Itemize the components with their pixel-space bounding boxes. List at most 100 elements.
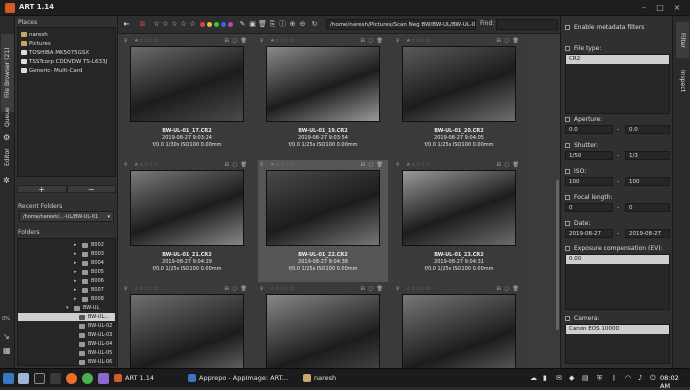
close-icon[interactable]: × [673, 4, 681, 12]
focal-from-field[interactable]: 0 [565, 203, 613, 212]
expand-icon[interactable]: ▸ [74, 260, 79, 266]
thumbnail-action-icons[interactable]: ⊟ ▢ 🗑 [361, 38, 384, 44]
firefox-icon[interactable] [66, 373, 77, 384]
camera-item[interactable]: Canon EOS 1000D [566, 325, 669, 334]
exposure-comp-checkbox[interactable] [565, 246, 570, 251]
taskbar-apprepo[interactable]: Apprepo - AppImage: ART... [199, 374, 288, 382]
expand-icon[interactable]: ▸ [74, 251, 79, 257]
thumbnail-image[interactable] [266, 294, 380, 368]
folder-item[interactable]: ▸ B002 [74, 241, 104, 249]
aperture-to-field[interactable]: 0.0 [625, 125, 670, 134]
path-input[interactable]: /home/naresh/Pictures/Scan Neg BW/BW-UL/… [326, 19, 476, 30]
folder-item[interactable]: ▸ B003 [74, 250, 104, 258]
folder-item[interactable]: ▸ B004 [74, 259, 104, 267]
thumbnail-image[interactable] [402, 294, 516, 368]
color-label-purple-icon[interactable] [228, 22, 233, 27]
rating-stars[interactable]: ☆☆☆☆☆ [134, 286, 159, 292]
focal-length-checkbox[interactable] [565, 195, 570, 200]
info-icon[interactable]: ⓘ [278, 20, 287, 29]
file-type-checkbox[interactable] [565, 46, 570, 51]
rating-stars[interactable]: ★☆☆☆☆ [406, 162, 431, 168]
file-manager-icon[interactable] [18, 373, 29, 384]
star-5-icon[interactable]: ☆ [188, 20, 197, 29]
rating-stars[interactable]: ★☆☆☆☆ [134, 162, 159, 168]
rating-stars[interactable]: ★☆☆☆☆ [134, 38, 159, 44]
volume-icon[interactable]: ♪ [638, 374, 642, 382]
place-item[interactable]: Pictures [21, 39, 51, 48]
thumbnail-image[interactable] [266, 46, 380, 122]
thumbnail-image[interactable] [402, 46, 516, 122]
rating-stars[interactable]: ☆☆☆☆☆ [406, 286, 431, 292]
star-3-icon[interactable]: ☆ [170, 20, 179, 29]
file-type-item[interactable]: CR2 [566, 55, 669, 64]
saved-filter-icon[interactable]: ▣ [248, 20, 257, 29]
thumbnail[interactable]: ⚲ ☆☆☆☆☆ ⊟ ▢ 🗑 [122, 284, 252, 368]
exposure-comp-item[interactable]: 0.00 [566, 255, 669, 264]
thumbnail[interactable]: ⚲ ☆☆☆☆☆ ⊟ ▢ 🗑 [394, 284, 524, 368]
expand-icon[interactable]: ▸ [74, 287, 79, 293]
tab-queue[interactable]: Queue [1, 104, 14, 130]
recent-folders-combo[interactable]: /home/naresh/...-UL/BW-UL-01 ▾ [19, 211, 114, 222]
collapse-icon[interactable]: ▾ [66, 305, 71, 311]
thumbnail-action-icons[interactable]: ⊟ ▢ 🗑 [225, 286, 248, 292]
folder-item[interactable]: BW-UL-06 [79, 358, 112, 365]
add-place-button[interactable]: + [17, 185, 67, 194]
dropbox-icon[interactable]: ◆ [569, 374, 574, 382]
folder-item[interactable]: BW-UL-02 [79, 322, 112, 330]
star-4-icon[interactable]: ☆ [179, 20, 188, 29]
grid-scrollbar[interactable] [556, 180, 559, 330]
thumbnail[interactable]: ⚲ ★☆☆☆☆ ⊟ ▢ 🗑 BW-UL-01_20.CR2 2019-08-27 9:0… [394, 36, 524, 158]
battery-icon[interactable]: ▮ [543, 374, 547, 382]
wifi-icon[interactable]: ◠ [625, 374, 631, 382]
expand-icon[interactable]: ▸ [74, 269, 79, 275]
camera-list[interactable]: Canon EOS 1000D [565, 324, 670, 364]
star-2-icon[interactable]: ☆ [161, 20, 170, 29]
thumbnail[interactable]: ⚲ ★☆☆☆☆ ⊟ ▢ 🗑 BW-UL-01_17.CR2 2019-08-27 9:0… [122, 36, 252, 158]
expand-icon[interactable]: ▸ [74, 296, 79, 302]
network-icon[interactable]: ☁ [530, 374, 537, 382]
exposure-comp-list[interactable]: 0.00 [565, 254, 670, 310]
date-from-field[interactable]: 2019-08-27 [565, 229, 613, 238]
folder-item[interactable]: ▸ B005 [74, 268, 104, 276]
arrow-icon[interactable]: ↘ [3, 332, 10, 341]
layout-icon[interactable]: ▦ [3, 346, 11, 355]
color-label-green-icon[interactable] [214, 22, 219, 27]
rating-stars[interactable]: ★☆☆☆☆ [270, 162, 295, 168]
star-1-icon[interactable]: ☆ [152, 20, 161, 29]
thumbnail[interactable]: ⚲ ★☆☆☆☆ ⊟ ▢ 🗑 BW-UL-01_22.CR2 2019-08-27 9:0… [258, 160, 388, 282]
place-item[interactable]: TOSHIBA MK5075GSX [21, 48, 89, 57]
rating-stars[interactable]: ★☆☆☆☆ [270, 38, 295, 44]
shutter-from-field[interactable]: 1/50 [565, 151, 613, 160]
aperture-from-field[interactable]: 0.0 [565, 125, 613, 134]
rating-stars[interactable]: ☆☆☆☆☆ [270, 286, 295, 292]
thumbnail-image[interactable] [130, 294, 244, 368]
trash-filter-icon[interactable]: 🗑 [258, 20, 267, 29]
terminal-icon[interactable] [34, 373, 45, 384]
original-filter-icon[interactable]: ⎘ [268, 20, 277, 29]
folder-item[interactable]: ▸ B006 [74, 277, 104, 285]
iso-checkbox[interactable] [565, 169, 570, 174]
collapse-left-icon[interactable]: ⇤ [122, 20, 131, 29]
thumbnail-action-icons[interactable]: ⊟ ▢ 🗑 [361, 162, 384, 168]
shield-icon[interactable]: ⛨ [597, 374, 602, 383]
chrome-icon[interactable] [82, 373, 93, 384]
folder-item[interactable]: ▸ B007 [74, 286, 104, 294]
shutter-to-field[interactable]: 1/3 [625, 151, 670, 160]
thumbnail[interactable]: ⚲ ★☆☆☆☆ ⊟ ▢ 🗑 BW-UL-01_19.CR2 2019-08-27 9:0… [258, 36, 388, 158]
enable-filters-checkbox[interactable] [565, 25, 570, 30]
remove-place-button[interactable]: − [66, 185, 116, 194]
thumbnail-action-icons[interactable]: ⊟ ▢ 🗑 [497, 162, 520, 168]
folder-item[interactable]: BW-UL-05 [79, 349, 112, 357]
place-item[interactable]: naresh [21, 30, 48, 39]
thumbnail-action-icons[interactable]: ⊟ ▢ 🗑 [497, 286, 520, 292]
folder-item[interactable]: ▾ BW-UL [66, 304, 99, 312]
maximize-icon[interactable]: □ [656, 4, 664, 12]
thumbnail-action-icons[interactable]: ⊟ ▢ 🗑 [361, 286, 384, 292]
tab-file-browser[interactable]: File Browser (21) [1, 34, 14, 112]
start-menu-icon[interactable] [3, 373, 14, 384]
folder-item-selected[interactable]: BW-UL... [18, 313, 115, 321]
rating-stars[interactable]: ★☆☆☆☆ [406, 38, 431, 44]
thumbnail-action-icons[interactable]: ⊟ ▢ 🗑 [497, 38, 520, 44]
place-item[interactable]: Generic- Multi-Card [21, 66, 82, 75]
taskbar-art[interactable]: ART 1.14 [125, 374, 154, 382]
